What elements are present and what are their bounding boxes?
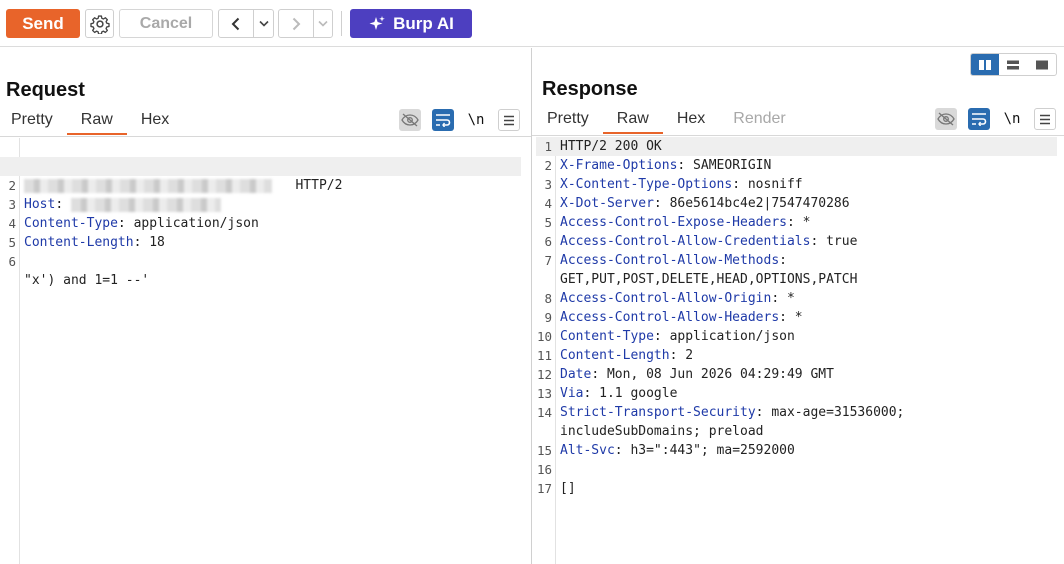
- request-newline-toggle[interactable]: \n: [465, 109, 487, 131]
- request-menu-button[interactable]: [498, 109, 520, 131]
- word-wrap-icon: [436, 114, 451, 127]
- response-line: 13 Via: 1.1 google: [536, 386, 678, 401]
- toolbar-divider: [341, 11, 342, 36]
- forward-button[interactable]: [279, 10, 313, 37]
- chevron-left-icon: [231, 17, 240, 30]
- response-line: 10 Content-Type: application/json: [536, 329, 795, 344]
- response-line: 5 Access-Control-Expose-Headers: *: [544, 215, 811, 230]
- response-line: 16: [536, 462, 552, 477]
- response-line: 7 Access-Control-Allow-Methods:: [544, 253, 787, 268]
- response-tab-render[interactable]: Render: [719, 108, 799, 134]
- layout-single-button[interactable]: [1028, 54, 1056, 75]
- request-line: 1 HTTP/2: [0, 138, 531, 193]
- hamburger-menu-icon: [504, 115, 514, 125]
- response-line: 1 HTTP/2 200 OK: [536, 137, 1057, 156]
- single-pane-icon: [1035, 60, 1048, 69]
- eye-off-icon: [401, 113, 419, 127]
- layout-switch: [970, 53, 1057, 76]
- response-tabs: Pretty Raw Hex Render: [533, 108, 800, 134]
- request-line: 2 Host:: [0, 157, 521, 212]
- response-newline-toggle[interactable]: \n: [1001, 108, 1023, 130]
- response-tab-raw[interactable]: Raw: [602, 108, 663, 134]
- forward-history-dropdown[interactable]: [313, 10, 332, 37]
- response-line: 4 X-Dot-Server: 86e5614bc4e2|7547470286: [544, 196, 850, 211]
- forward-nav: [278, 9, 333, 38]
- burp-ai-label: Burp AI: [393, 13, 454, 33]
- response-line: 6 Access-Control-Allow-Credentials: true: [544, 234, 858, 249]
- response-editor[interactable]: 1 HTTP/2 200 OK 2 X-Frame-Options: SAMEORI…: [536, 137, 1064, 564]
- back-nav: [218, 9, 274, 38]
- request-title: Request: [6, 79, 85, 101]
- gear-icon: [89, 14, 110, 34]
- response-line: 12 Date: Mon, 08 Jun 2026 04:29:49 GMT: [536, 367, 834, 382]
- response-line: GET,PUT,POST,DELETE,HEAD,OPTIONS,PATCH: [560, 272, 858, 287]
- chevron-right-icon: [292, 17, 301, 30]
- send-button[interactable]: Send: [6, 9, 80, 38]
- response-line: 3 X-Content-Type-Options: nosniff: [544, 177, 803, 192]
- hamburger-menu-icon: [1040, 114, 1050, 124]
- columns-icon: [979, 59, 992, 70]
- request-wrap-toggle[interactable]: [432, 109, 454, 131]
- response-wrap-toggle[interactable]: [968, 108, 990, 130]
- cancel-button[interactable]: Cancel: [119, 9, 213, 38]
- response-menu-button[interactable]: [1034, 108, 1056, 130]
- response-line: includeSubDomains; preload: [560, 424, 764, 439]
- request-hide-toggle[interactable]: [399, 109, 421, 131]
- request-editor[interactable]: 1 HTTP/2 2 Host: 3 Content-Type: applica…: [0, 138, 531, 564]
- request-tabs: Pretty Raw Hex: [0, 109, 183, 135]
- response-tab-hex[interactable]: Hex: [663, 108, 719, 134]
- chevron-down-icon: [258, 20, 269, 27]
- request-tab-pretty[interactable]: Pretty: [0, 109, 67, 135]
- response-line: 8 Access-Control-Allow-Origin: *: [544, 291, 795, 306]
- request-line: 5: [8, 235, 16, 250]
- request-line: 6 "x') and 1=1 --': [8, 254, 150, 288]
- response-line: 17[]: [536, 481, 576, 496]
- response-line: 9 Access-Control-Allow-Headers: *: [544, 310, 803, 325]
- response-title: Response: [542, 78, 638, 100]
- request-editor-border: [0, 136, 531, 137]
- request-tab-hex[interactable]: Hex: [127, 109, 183, 135]
- burp-ai-button[interactable]: Burp AI: [350, 9, 472, 38]
- response-line: 2 X-Frame-Options: SAMEORIGIN: [544, 158, 772, 173]
- eye-off-icon: [937, 112, 955, 126]
- word-wrap-icon: [972, 113, 987, 126]
- response-hide-toggle[interactable]: [935, 108, 957, 130]
- sparkle-icon: [369, 15, 385, 30]
- chevron-down-icon: [318, 20, 328, 27]
- layout-stacked-button[interactable]: [999, 54, 1027, 75]
- request-line: 4 Content-Length: 18: [8, 216, 165, 250]
- response-line: 14 Strict-Transport-Security: max-age=315…: [536, 405, 905, 420]
- pane-divider[interactable]: [531, 48, 532, 564]
- response-line: 11 Content-Length: 2: [536, 348, 694, 363]
- response-editor-border: [532, 135, 1064, 136]
- layout-side-by-side-button[interactable]: [971, 54, 1000, 75]
- settings-button[interactable]: [85, 9, 114, 38]
- rows-icon: [1007, 60, 1020, 69]
- response-tab-pretty[interactable]: Pretty: [533, 108, 603, 134]
- toolbar: Send Cancel Burp AI: [0, 0, 1064, 47]
- response-line: 15 Alt-Svc: h3=":443"; ma=2592000: [536, 443, 795, 458]
- request-line: 3 Content-Type: application/json: [8, 197, 259, 231]
- back-button[interactable]: [219, 10, 253, 37]
- request-tab-raw[interactable]: Raw: [66, 109, 127, 135]
- back-history-dropdown[interactable]: [253, 10, 273, 37]
